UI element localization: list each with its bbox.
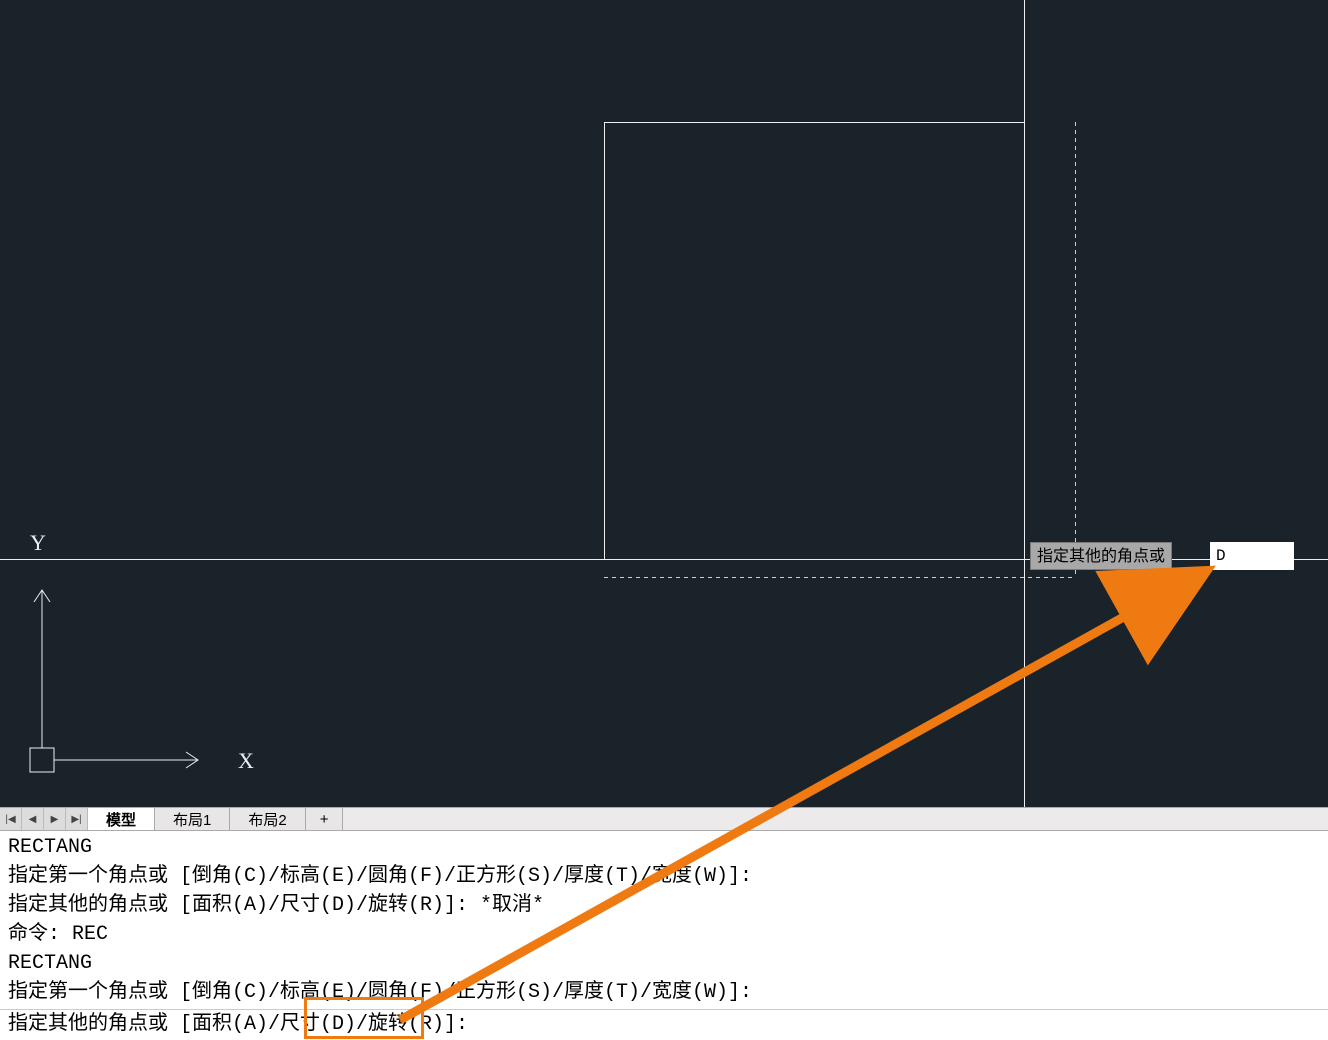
ucs-y-label: Y — [30, 530, 46, 555]
command-history-line: 指定第一个角点或 [倒角(C)/标高(E)/圆角(F)/正方形(S)/厚度(T)… — [8, 862, 1320, 891]
tab-model[interactable]: 模型 — [88, 808, 155, 830]
rectangle-rubberband-bottom — [604, 577, 1075, 578]
ucs-x-label: X — [238, 748, 254, 773]
ucs-icon: X Y — [28, 530, 278, 780]
crosshair-vertical — [1024, 0, 1025, 807]
tab-nav-first[interactable]: |◀ — [0, 808, 22, 830]
drawing-canvas[interactable]: X Y 指定其他的角点或 — [0, 0, 1328, 807]
command-history: RECTANG 指定第一个角点或 [倒角(C)/标高(E)/圆角(F)/正方形(… — [0, 831, 1328, 1009]
tab-add-button[interactable]: + — [306, 808, 344, 830]
command-line[interactable]: 指定其他的角点或 [面积(A)/尺寸(D)/旋转(R)]: — [0, 1009, 1328, 1039]
rectangle-rubberband-right — [1075, 122, 1076, 577]
command-input[interactable] — [480, 1010, 880, 1040]
command-prompt: 指定其他的角点或 [面积(A)/尺寸(D)/旋转(R)]: — [8, 1013, 468, 1036]
command-history-line: 命令: REC — [8, 920, 1320, 949]
tab-nav-prev[interactable]: ◀ — [22, 808, 44, 830]
command-history-line: 指定其他的角点或 [面积(A)/尺寸(D)/旋转(R)]: *取消* — [8, 891, 1320, 920]
tab-layout1[interactable]: 布局1 — [155, 808, 230, 830]
rectangle-edge-left — [604, 122, 605, 560]
command-history-line: RECTANG — [8, 833, 1320, 862]
command-history-line: RECTANG — [8, 949, 1320, 978]
rectangle-edge-top — [604, 122, 1024, 123]
layout-tab-strip: |◀ ◀ ▶ ▶| 模型 布局1 布局2 + — [0, 807, 1328, 831]
dynamic-input[interactable] — [1210, 542, 1294, 570]
tab-nav-next[interactable]: ▶ — [44, 808, 66, 830]
tab-nav-last[interactable]: ▶| — [66, 808, 88, 830]
tab-layout2[interactable]: 布局2 — [230, 808, 305, 830]
dynamic-prompt-label: 指定其他的角点或 — [1030, 542, 1172, 570]
command-history-line: 指定第一个角点或 [倒角(C)/标高(E)/圆角(F)/正方形(S)/厚度(T)… — [8, 978, 1320, 1007]
